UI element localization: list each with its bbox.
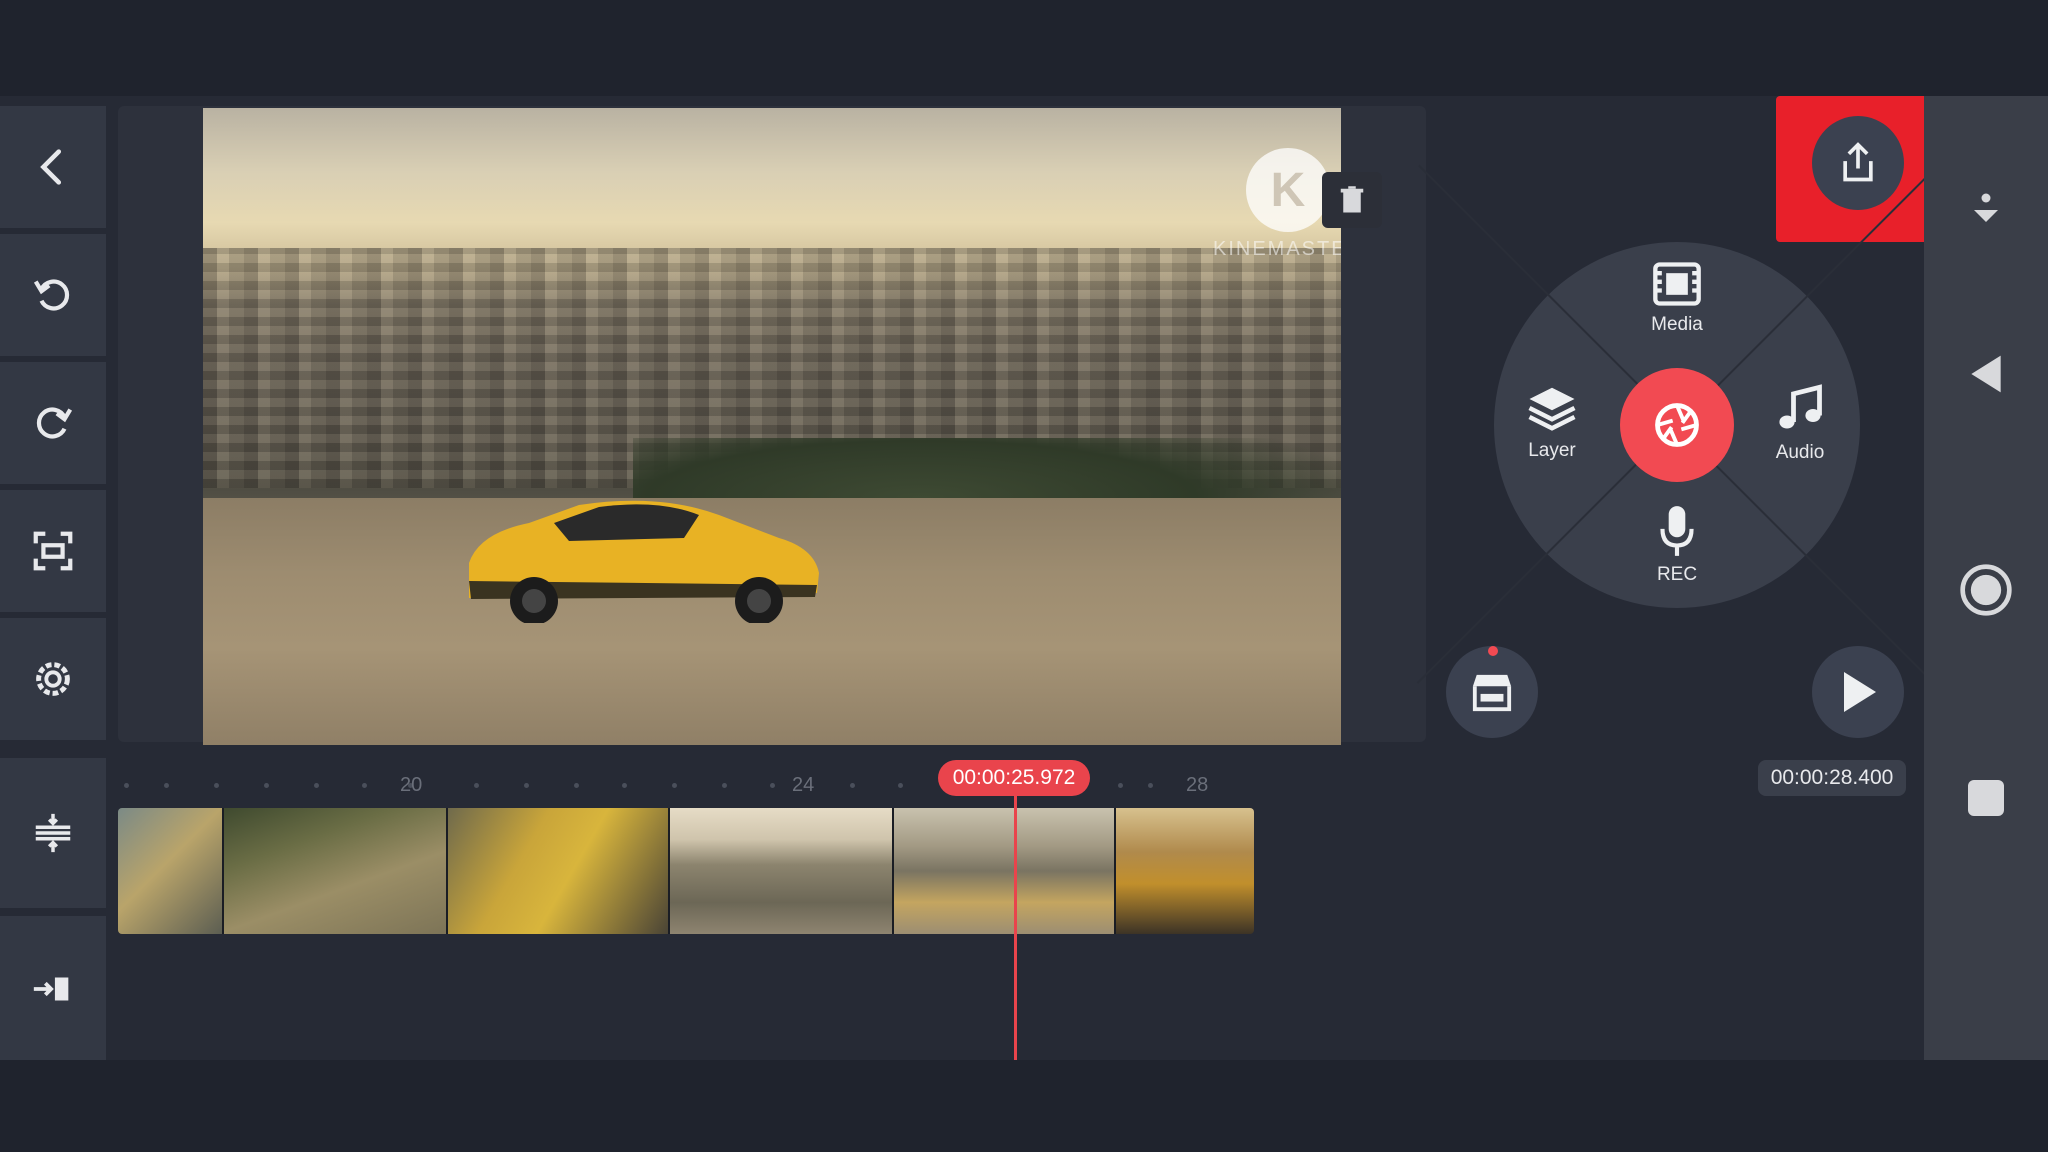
ruler-tick (124, 783, 129, 788)
settings-icon (36, 662, 70, 696)
undo-icon (33, 279, 70, 311)
nav-recents-button[interactable] (1924, 778, 2048, 818)
store-icon (1472, 674, 1512, 712)
editor-app: K KINEMASTER Media Layer (0, 96, 2048, 1062)
yellow-car-image (469, 500, 819, 623)
watermark-text: KINEMASTER (1212, 238, 1341, 260)
timeline-panel[interactable]: 20 24 28 00:00:25.972 00:00:28.400 (118, 756, 1914, 1062)
media-label: Media (1651, 314, 1703, 335)
trash-icon (1340, 186, 1364, 213)
layer-label: Layer (1528, 440, 1576, 461)
play-icon (1844, 672, 1876, 712)
layer-stack-icon (1528, 387, 1576, 431)
nav-home-button[interactable] (1924, 562, 2048, 618)
video-clip-thumbnail[interactable] (670, 808, 894, 934)
ruler-label: 28 (1186, 774, 1209, 796)
audio-label: Audio (1775, 442, 1825, 463)
jump-to-end-icon (33, 977, 69, 1001)
screen-capture-button[interactable] (0, 490, 106, 612)
remove-watermark-button[interactable] (1322, 172, 1382, 228)
video-clip-track[interactable] (118, 808, 1254, 934)
ruler-tick (264, 783, 269, 788)
rec-label: REC (1656, 564, 1698, 585)
video-clip-thumbnail[interactable] (448, 808, 670, 934)
ruler-tick (1148, 783, 1153, 788)
share-export-icon (1843, 142, 1873, 182)
timeline-adjust-button[interactable] (0, 758, 106, 908)
kinemaster-logo: K (1246, 148, 1330, 232)
ruler-tick (850, 783, 855, 788)
screen-capture-icon (33, 531, 73, 571)
redo-icon (36, 407, 73, 439)
microphone-icon (1660, 506, 1694, 556)
ruler-tick (770, 783, 775, 788)
video-clip-thumbnail[interactable] (224, 808, 448, 934)
scroll-down-button[interactable] (1924, 192, 2048, 228)
timeline-adjust-icon (35, 813, 71, 853)
ruler-tick (672, 783, 677, 788)
music-note-icon (1779, 384, 1822, 429)
ruler-tick (622, 783, 627, 788)
bottom-letterbox (0, 1060, 2048, 1152)
media-wheel: Media Layer Audio REC (1416, 164, 1938, 686)
scroll-down-icon (1974, 193, 1998, 222)
ruler-tick (474, 783, 479, 788)
total-duration-badge: 00:00:28.400 (1758, 760, 1906, 796)
media-button[interactable]: Media (1617, 260, 1737, 336)
ruler-tick (574, 783, 579, 788)
nav-back-button[interactable] (1924, 352, 2048, 396)
ruler-tick (722, 783, 727, 788)
playhead[interactable] (1014, 794, 1017, 1062)
camera-shutter-icon (1655, 403, 1699, 447)
nav-home-icon (1960, 564, 2012, 616)
ruler-tick (1118, 783, 1123, 788)
video-clip-thumbnail[interactable] (894, 808, 1116, 934)
ruler-tick (362, 783, 367, 788)
system-navigation-bar (1924, 96, 2048, 1061)
current-time-badge: 00:00:25.972 (938, 760, 1090, 796)
ruler-tick (314, 783, 319, 788)
ruler-label: 24 (792, 774, 815, 796)
back-icon (40, 149, 62, 185)
media-film-icon (1653, 262, 1701, 306)
jump-to-end-button[interactable] (0, 916, 106, 1062)
asset-store-button[interactable] (1446, 646, 1538, 738)
undo-button[interactable] (0, 234, 106, 356)
video-preview[interactable]: K KINEMASTER (203, 108, 1341, 745)
export-button[interactable] (1812, 116, 1904, 210)
play-button[interactable] (1812, 646, 1904, 738)
redo-button[interactable] (0, 362, 106, 484)
back-button[interactable] (0, 106, 106, 228)
audio-button[interactable]: Audio (1740, 382, 1860, 464)
ruler-tick (164, 783, 169, 788)
screen: K KINEMASTER Media Layer (0, 0, 2048, 1152)
kinemaster-watermark: K KINEMASTER (1198, 148, 1341, 261)
ruler-tick (898, 783, 903, 788)
video-clip-thumbnail[interactable] (118, 808, 224, 934)
video-clip-thumbnail[interactable] (1116, 808, 1254, 934)
nav-back-icon (1971, 355, 2001, 393)
time-ruler[interactable]: 20 24 28 (118, 770, 1314, 800)
nav-recents-icon (1968, 780, 2004, 816)
store-notification-dot (1488, 646, 1498, 656)
ruler-label: 20 (400, 774, 423, 796)
ruler-tick (214, 783, 219, 788)
rec-button[interactable]: REC (1617, 504, 1737, 586)
ruler-tick (524, 783, 529, 788)
camera-capture-button[interactable] (1620, 368, 1734, 482)
settings-button[interactable] (0, 618, 106, 740)
left-toolbar (0, 106, 106, 1062)
layer-button[interactable]: Layer (1492, 382, 1612, 462)
